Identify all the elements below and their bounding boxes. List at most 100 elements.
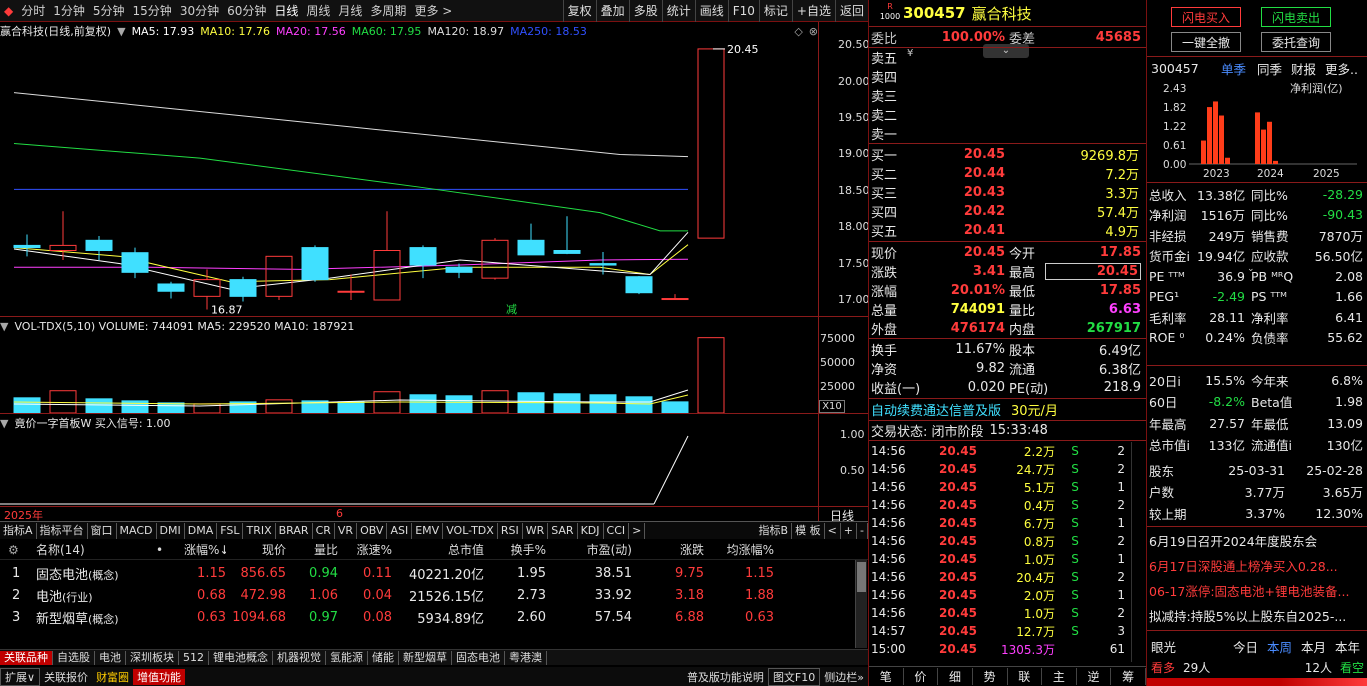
quote-tab[interactable]: 联 xyxy=(1008,668,1043,685)
indicator-tab[interactable]: DMI xyxy=(157,522,185,539)
candle-body[interactable] xyxy=(553,250,581,254)
candle-body[interactable] xyxy=(157,283,185,292)
candle-body[interactable] xyxy=(13,244,41,249)
volume-bar[interactable] xyxy=(445,395,473,413)
candle-body[interactable] xyxy=(229,279,257,297)
sector-tab[interactable]: 电池 xyxy=(95,650,126,665)
volume-bar[interactable] xyxy=(85,398,113,413)
f10-nav[interactable]: 同季 xyxy=(1257,59,1291,78)
sector-tab[interactable]: 储能 xyxy=(368,650,399,665)
promo-text[interactable]: 自动续费通达信普及版 xyxy=(869,400,1001,419)
sector-tab[interactable]: 固态电池 xyxy=(452,650,505,665)
f10-nav[interactable]: 更多.. xyxy=(1325,59,1365,78)
row-name[interactable]: 新型烟草(概念) xyxy=(36,608,184,627)
sector-tab[interactable]: 512 xyxy=(179,650,209,665)
sector-tab[interactable]: 新型烟草 xyxy=(399,650,452,665)
flash-sell-button[interactable]: 闪电卖出 xyxy=(1261,7,1331,27)
indicator-tab[interactable]: DMA xyxy=(185,522,218,539)
buy-level-row[interactable]: 买五 20.41 4.9万 xyxy=(869,221,1146,240)
buy-level-row[interactable]: 买三 20.43 3.3万 xyxy=(869,183,1146,202)
row-name[interactable]: 固态电池(概念) xyxy=(36,564,184,583)
volume-bar[interactable] xyxy=(697,337,725,413)
expand-icon[interactable]: ▼ xyxy=(0,417,8,430)
news-item[interactable]: 6月19日召开2024年度股东会 xyxy=(1147,530,1367,550)
f10-bar[interactable] xyxy=(1261,129,1266,164)
period-more[interactable]: 更多 > xyxy=(410,0,456,22)
toolbar-button[interactable]: 返回 xyxy=(834,0,868,22)
table-scrollbar[interactable] xyxy=(855,560,867,648)
toolbar-button[interactable]: 多股 xyxy=(628,0,662,22)
indicator-tab[interactable]: 指标A xyxy=(0,522,37,539)
f10-bar[interactable] xyxy=(1273,160,1278,164)
toolbar-button[interactable]: 统计 xyxy=(661,0,695,22)
period-tab[interactable]: 多周期 xyxy=(366,0,410,22)
f10-bar[interactable] xyxy=(1219,115,1224,164)
status-item[interactable]: 扩展∨ xyxy=(0,667,41,686)
quote-tab[interactable]: 细 xyxy=(938,668,973,685)
indicator-tab[interactable]: 窗口 xyxy=(88,522,117,539)
toolbar-button[interactable]: 画线 xyxy=(694,0,728,22)
col-header[interactable]: 名称(14) xyxy=(36,541,156,558)
flash-buy-button[interactable]: 闪电买入 xyxy=(1171,7,1241,27)
indicator-tab[interactable]: > xyxy=(629,522,646,539)
status-item[interactable]: 关联报价 xyxy=(40,669,92,685)
status-item[interactable]: 侧边栏» xyxy=(820,669,868,685)
indicator-tab[interactable]: 指标平台 xyxy=(37,522,88,539)
candle-body[interactable] xyxy=(409,247,437,266)
volume-bar[interactable] xyxy=(121,400,149,413)
sector-tab[interactable]: 氢能源 xyxy=(326,650,368,665)
sector-tab[interactable]: 机器视觉 xyxy=(273,650,326,665)
indicator-tab[interactable]: RSI xyxy=(498,522,523,539)
col-header[interactable]: 总市值 xyxy=(392,541,484,558)
indicator-tab[interactable]: VOL-TDX xyxy=(443,522,498,539)
diamond-icon[interactable]: ◇ xyxy=(794,25,802,38)
col-header[interactable]: 均涨幅% xyxy=(704,541,774,558)
buy-level-row[interactable]: 买二 20.44 7.2万 xyxy=(869,164,1146,183)
buy-level-row[interactable]: 买四 20.42 57.4万 xyxy=(869,202,1146,221)
gear-icon[interactable]: ⚙ xyxy=(0,543,36,557)
table-row[interactable]: 3 新型烟草(概念) 0.63 1094.68 0.97 0.08 5934.89亿 2.60… xyxy=(0,606,855,628)
volume-bar[interactable] xyxy=(157,402,185,413)
toolbar-button[interactable]: 叠加 xyxy=(595,0,629,22)
volume-bar[interactable] xyxy=(661,401,689,413)
table-row[interactable]: 2 电池(行业) 0.68 472.98 1.06 0.04 21526.15亿 2.73 33… xyxy=(0,584,855,606)
status-item[interactable]: 财富圈 xyxy=(92,669,133,685)
eye-tab[interactable]: 本月 xyxy=(1301,637,1335,656)
candle-body[interactable] xyxy=(85,239,113,252)
price-chart[interactable]: 20.45 16.87 减 xyxy=(0,38,818,316)
menu-icon[interactable]: ◆ xyxy=(0,0,17,22)
f10-bar[interactable] xyxy=(1225,157,1230,164)
col-header[interactable]: 涨速% xyxy=(338,541,392,558)
f10-bar[interactable] xyxy=(1213,101,1218,164)
status-item[interactable]: 普及版功能说明 xyxy=(683,669,768,685)
f10-bar[interactable] xyxy=(1267,121,1272,164)
row-name-text[interactable]: 固态电池 xyxy=(36,568,88,583)
volume-bar[interactable] xyxy=(625,396,653,413)
tick-scrollbar[interactable] xyxy=(1131,442,1143,662)
candle-body[interactable] xyxy=(625,276,653,294)
quote-tab[interactable]: 势 xyxy=(973,668,1008,685)
indicator-tab[interactable]: OBV xyxy=(357,522,388,539)
toolbar-button[interactable]: 标记 xyxy=(758,0,792,22)
candle-body[interactable] xyxy=(589,263,617,266)
row-name[interactable]: 电池(行业) xyxy=(36,586,184,605)
period-tab[interactable]: 月线 xyxy=(334,0,366,22)
news-item[interactable]: 拟减持:持股5%以上股东自2025-... xyxy=(1147,605,1367,625)
volume-bar[interactable] xyxy=(265,399,293,413)
news-item[interactable]: 06-17涨停:固态电池+锂电池装备... xyxy=(1147,580,1367,600)
toolbar-button[interactable]: 复权 xyxy=(562,0,596,22)
indicator-tab[interactable]: CCI xyxy=(604,522,630,539)
period-tab[interactable]: 30分钟 xyxy=(176,0,223,22)
candle-body[interactable] xyxy=(121,252,149,273)
volume-bar[interactable] xyxy=(553,393,581,413)
indicator-tab[interactable]: SAR xyxy=(548,522,578,539)
candle-body[interactable] xyxy=(49,244,77,252)
quote-tab[interactable]: 逆 xyxy=(1077,668,1112,685)
candle-body[interactable] xyxy=(661,298,689,301)
period-tab[interactable]: 1分钟 xyxy=(49,0,89,22)
sector-tab[interactable]: 粤港澳 xyxy=(505,650,547,665)
expand-icon[interactable]: ▼ xyxy=(0,320,8,333)
status-item[interactable]: 图文F10 xyxy=(767,667,821,686)
close-icon[interactable]: ⊗ xyxy=(809,25,818,38)
volume-bar[interactable] xyxy=(13,397,41,413)
